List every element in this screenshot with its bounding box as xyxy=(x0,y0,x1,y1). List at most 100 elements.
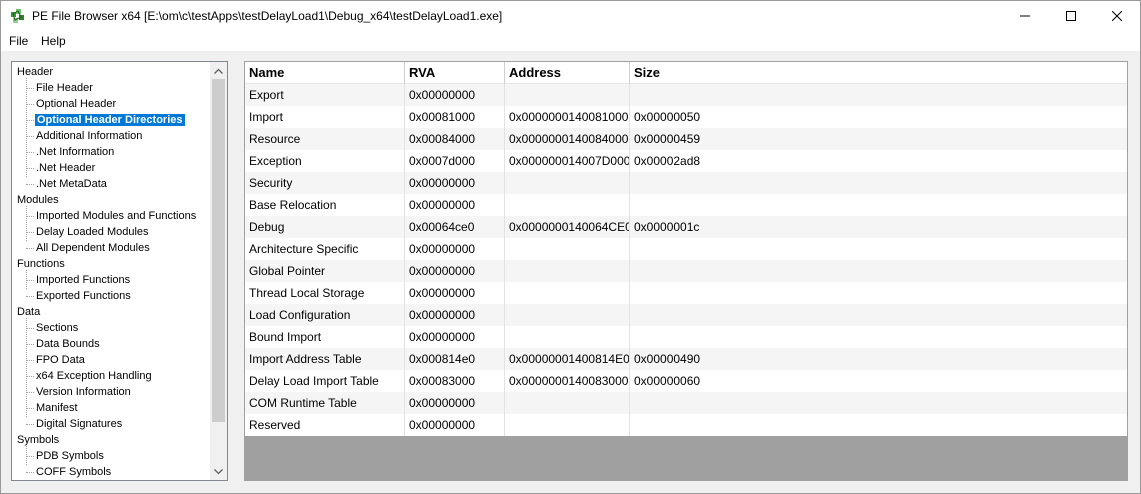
cell-size: 0x00000459 xyxy=(634,132,701,146)
grid-inner: Name RVA Address Size Export 0x00000000 Im… xyxy=(245,62,1127,480)
column-header-size[interactable]: Size xyxy=(630,62,1127,84)
tree-item[interactable]: Optional Header xyxy=(35,96,117,112)
tree-item[interactable]: Sections xyxy=(35,320,79,336)
menu-help[interactable]: Help xyxy=(41,34,66,48)
table-row[interactable]: Debug 0x00064ce0 0x0000000140064CE0 0x00000… xyxy=(245,216,1127,238)
tree-item[interactable]: Version Information xyxy=(35,384,132,400)
cell-address xyxy=(505,304,630,326)
tree-item[interactable]: Delay Loaded Modules xyxy=(35,224,150,240)
cell-rva: 0x00000000 xyxy=(405,304,505,326)
table-row[interactable]: Load Configuration 0x00000000 xyxy=(245,304,1127,326)
title-bar[interactable]: PE File Browser x64 [E:\om\c\testApps\te… xyxy=(1,1,1140,31)
cell-rva: 0x00000000 xyxy=(405,238,505,260)
table-row[interactable]: COM Runtime Table 0x00000000 xyxy=(245,392,1127,414)
tree-item[interactable]: Exported Functions xyxy=(35,288,132,304)
cell-name: Bound Import xyxy=(245,326,405,348)
tree-item-label: Version Information xyxy=(36,386,131,398)
tree-content: Header File Header Optional Header Optional… xyxy=(12,62,210,480)
cell-name: Import Address Table xyxy=(245,348,405,370)
tree-item[interactable]: File Header xyxy=(35,80,94,96)
cell-size: 0x00002ad8 xyxy=(634,154,701,168)
scroll-up-button[interactable] xyxy=(210,62,227,79)
tree-item[interactable]: PDB Symbols xyxy=(35,448,105,464)
tree-group-label: Symbols xyxy=(17,434,60,446)
minimize-button[interactable] xyxy=(1002,1,1048,31)
table-row[interactable]: Security 0x00000000 xyxy=(245,172,1127,194)
scroll-thumb[interactable] xyxy=(212,79,225,422)
table-row[interactable]: Resource 0x00084000 0x0000000140084000 0x00… xyxy=(245,128,1127,150)
table-row[interactable]: Base Relocation 0x00000000 xyxy=(245,194,1127,216)
tree-item[interactable]: .Net MetaData xyxy=(35,176,108,192)
tree-connector xyxy=(26,152,34,153)
table-row[interactable]: Exception 0x0007d000 0x000000014007D000 0x0… xyxy=(245,150,1127,172)
table-row[interactable]: Import Address Table 0x000814e0 0x00000001… xyxy=(245,348,1127,370)
tree-group[interactable]: Functions xyxy=(16,256,66,272)
tree-group-label: Functions xyxy=(17,258,65,270)
tree-connector xyxy=(26,78,27,177)
tree-group[interactable]: Symbols xyxy=(16,432,60,448)
cell-address xyxy=(505,414,630,436)
tree-group[interactable]: Header xyxy=(16,64,54,80)
table-row[interactable]: Reserved 0x00000000 xyxy=(245,414,1127,436)
cell-size xyxy=(630,282,1127,304)
close-icon xyxy=(1112,11,1122,21)
scroll-down-button[interactable] xyxy=(210,463,227,480)
cell-rva: 0x000814e0 xyxy=(405,348,505,370)
tree-item-label: .Net Information xyxy=(36,146,115,158)
directories-grid[interactable]: Name RVA Address Size Export 0x00000000 Im… xyxy=(244,61,1128,481)
tree-item[interactable]: COFF Symbols xyxy=(35,464,112,480)
tree-item[interactable]: FPO Data xyxy=(35,352,86,368)
cell-name: Architecture Specific xyxy=(245,238,405,260)
tree-item[interactable]: Additional Information xyxy=(35,128,143,144)
cell-name: COM Runtime Table xyxy=(245,392,405,414)
tree-item-label: x64 Exception Handling xyxy=(36,370,152,382)
menu-file[interactable]: File xyxy=(9,34,28,48)
tree-item[interactable]: Imported Functions xyxy=(35,272,131,288)
tree-item[interactable]: Data Bounds xyxy=(35,336,101,352)
table-row[interactable]: Architecture Specific 0x00000000 xyxy=(245,238,1127,260)
cell-name: Global Pointer xyxy=(245,260,405,282)
cell-name: Security xyxy=(245,172,405,194)
tree-group[interactable]: Data xyxy=(16,304,41,320)
tree-connector xyxy=(26,206,27,241)
tree-item[interactable]: Optional Header Directories xyxy=(35,112,185,128)
table-row[interactable]: Export 0x00000000 xyxy=(245,84,1127,106)
cell-address: 0x0000000140084000 xyxy=(505,128,630,150)
cell-size xyxy=(630,326,1127,348)
table-row[interactable]: Bound Import 0x00000000 xyxy=(245,326,1127,348)
tree-item[interactable]: All Dependent Modules xyxy=(35,240,151,256)
cell-size xyxy=(630,84,1127,106)
tree-item-label: Delay Loaded Modules xyxy=(36,226,149,238)
cell-size xyxy=(630,238,1127,260)
table-row[interactable]: Global Pointer 0x00000000 xyxy=(245,260,1127,282)
table-row[interactable]: Delay Load Import Table 0x00083000 0x00000… xyxy=(245,370,1127,392)
chevron-down-icon xyxy=(214,468,223,474)
table-row[interactable]: Import 0x00081000 0x0000000140081000 0x0000… xyxy=(245,106,1127,128)
tree-item[interactable]: Manifest xyxy=(35,400,79,416)
tree-connector xyxy=(26,216,34,217)
pe-browser-app-icon xyxy=(11,9,24,23)
cell-rva: 0x00064ce0 xyxy=(405,216,505,238)
maximize-button[interactable] xyxy=(1048,1,1094,31)
tree-connector xyxy=(26,344,34,345)
tree-scrollbar[interactable] xyxy=(210,62,227,480)
tree-item[interactable]: Digital Signatures xyxy=(35,416,123,432)
table-row[interactable]: Thread Local Storage 0x00000000 xyxy=(245,282,1127,304)
column-header-rva[interactable]: RVA xyxy=(405,62,505,84)
tree-group[interactable]: Modules xyxy=(16,192,60,208)
cell-rva: 0x00000000 xyxy=(405,282,505,304)
close-button[interactable] xyxy=(1094,1,1140,31)
tree-item[interactable]: .Net Header xyxy=(35,160,96,176)
cell-rva: 0x00000000 xyxy=(405,194,505,216)
cell-address: 0x00000001400814E0 xyxy=(505,348,630,370)
column-header-address[interactable]: Address xyxy=(505,62,630,84)
navigation-tree[interactable]: Header File Header Optional Header Optional… xyxy=(11,61,228,481)
tree-item[interactable]: Imported Modules and Functions xyxy=(35,208,197,224)
tree-connector xyxy=(26,88,34,89)
column-header-name[interactable]: Name xyxy=(245,62,405,84)
tree-item[interactable]: .Net Information xyxy=(35,144,115,160)
cell-address: 0x0000000140081000 xyxy=(505,106,630,128)
cell-rva: 0x00000000 xyxy=(405,172,505,194)
tree-item-label: Optional Header Directories xyxy=(35,114,185,126)
tree-item[interactable]: x64 Exception Handling xyxy=(35,368,153,384)
